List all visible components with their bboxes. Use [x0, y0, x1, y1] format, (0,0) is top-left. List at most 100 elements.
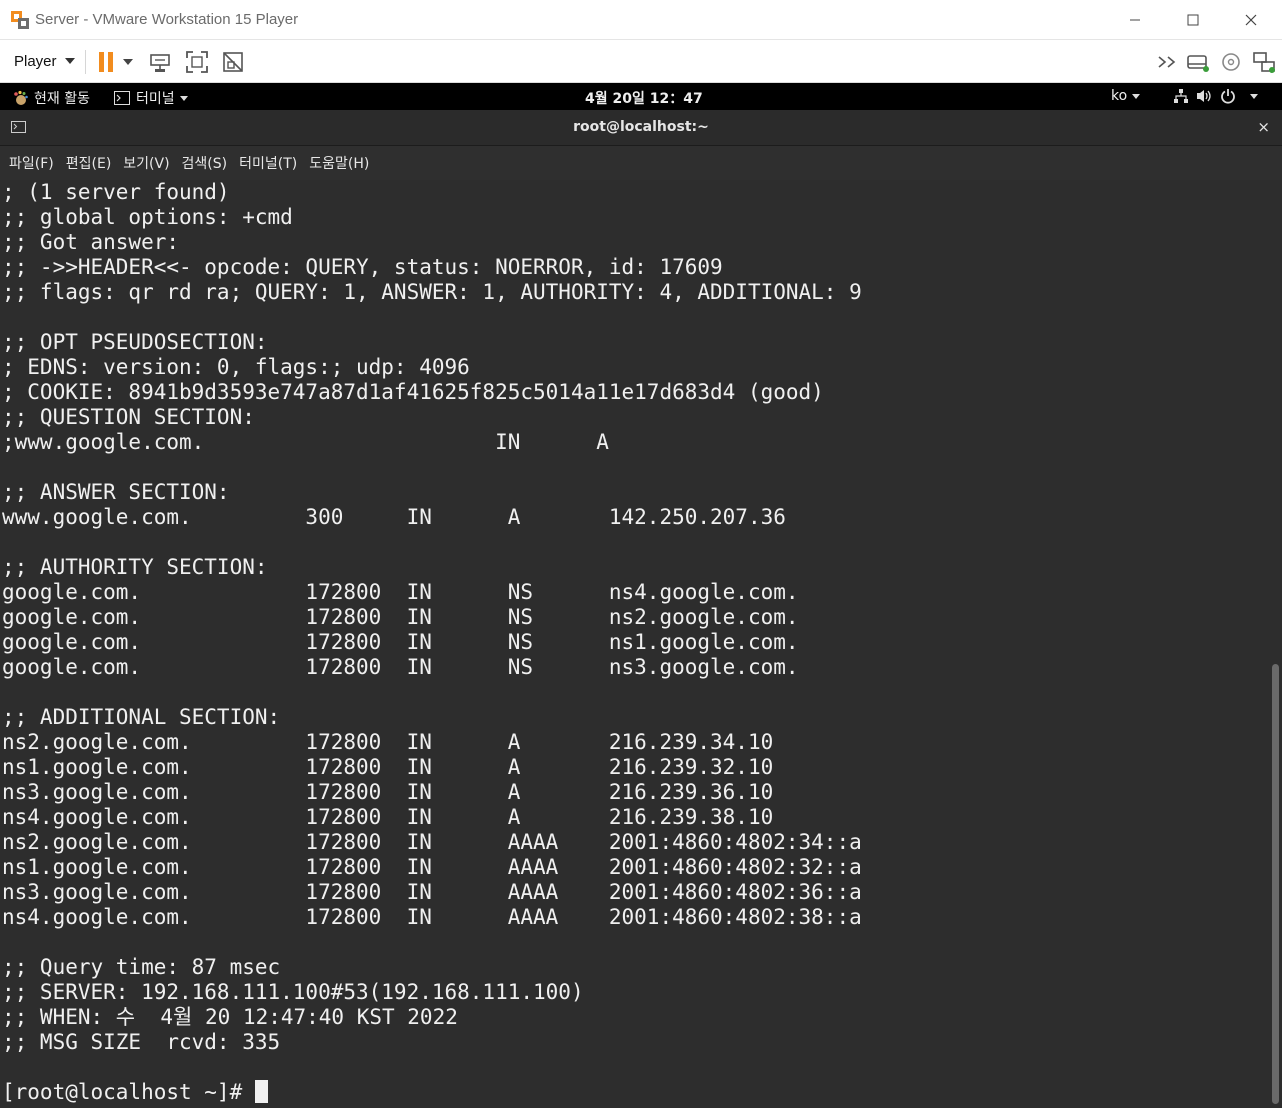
fullscreen-button[interactable] — [183, 48, 211, 76]
activities-label: 현재 활동 — [34, 91, 90, 107]
pause-button[interactable] — [92, 48, 120, 76]
chevron-down-icon — [64, 58, 75, 64]
menu-help[interactable]: 도움말(H) — [303, 153, 375, 173]
terminal-title: root@localhost:~ — [573, 119, 709, 135]
gnome-foot-icon — [14, 90, 28, 105]
volume-icon — [1197, 90, 1211, 102]
terminal-line: ns1.google.com. 172800 IN AAAA 2001:4860… — [2, 855, 862, 879]
terminal-line: ;www.google.com. IN A — [2, 430, 609, 454]
terminal-close-button[interactable]: × — [1257, 118, 1270, 136]
maximize-button[interactable] — [1164, 0, 1222, 40]
terminal-line: ;; Query time: 87 msec — [2, 955, 281, 979]
terminal-line: google.com. 172800 IN NS ns1.google.com. — [2, 630, 799, 654]
pause-dropdown[interactable] — [118, 48, 138, 76]
gnome-top-bar: 현재 활동 터미널 4월 20일 12：47 ko — [0, 83, 1282, 110]
cd-button[interactable] — [1217, 48, 1245, 76]
network-button[interactable] — [1250, 48, 1278, 76]
app-menu-terminal[interactable]: 터미널 — [114, 88, 188, 108]
activities-button[interactable]: 현재 활동 — [12, 88, 90, 108]
terminal-line: ns2.google.com. 172800 IN AAAA 2001:4860… — [2, 830, 862, 854]
menu-file[interactable]: 파일(F) — [3, 153, 60, 173]
chevron-down-icon — [123, 59, 133, 65]
minimize-icon — [1130, 19, 1140, 21]
terminal-icon — [114, 91, 130, 105]
terminal-line: ; EDNS: version: 0, flags:; udp: 4096 — [2, 355, 470, 379]
window-title-bar: Server - VMware Workstation 15 Player — [0, 0, 1282, 40]
terminal-line: google.com. 172800 IN NS ns4.google.com. — [2, 580, 799, 604]
removable-devices-icon — [1187, 55, 1209, 72]
terminal-line: ;; SERVER: 192.168.111.100#53(192.168.11… — [2, 980, 584, 1004]
terminal-line: ns4.google.com. 172800 IN AAAA 2001:4860… — [2, 905, 862, 929]
minimize-button[interactable] — [1106, 0, 1164, 40]
player-menu-label: Player — [14, 52, 57, 70]
terminal-line: ns3.google.com. 172800 IN AAAA 2001:4860… — [2, 880, 862, 904]
terminal-line: ;; OPT PSEUDOSECTION: — [2, 330, 268, 354]
send-ctrl-alt-del-icon — [150, 54, 170, 72]
menu-search[interactable]: 검색(S) — [176, 153, 234, 173]
terminal-scrollbar[interactable] — [1272, 664, 1279, 1104]
terminal-header-bar: root@localhost:~ × — [0, 110, 1282, 146]
terminal-menu-bar: 파일(F) 편집(E) 보기(V) 검색(S) 터미널(T) 도움말(H) — [0, 146, 1282, 180]
menu-edit[interactable]: 편집(E) — [60, 153, 118, 173]
more-button[interactable] — [1154, 48, 1182, 76]
input-method-indicator[interactable]: ko — [1111, 88, 1141, 104]
terminal-line: www.google.com. 300 IN A 142.250.207.36 — [2, 505, 786, 529]
terminal-line: ; COOKIE: 8941b9d3593e747a87d1af41625f82… — [2, 380, 824, 404]
more-icon — [1158, 56, 1176, 68]
terminal-line: ;; ->>HEADER<<- opcode: QUERY, status: N… — [2, 255, 723, 279]
vmware-toolbar: Player — [0, 40, 1282, 83]
system-menu[interactable] — [1173, 88, 1258, 104]
clock-label: 4월 20일 12：47 — [585, 91, 703, 107]
cd-icon — [1222, 53, 1240, 71]
unity-button[interactable] — [219, 48, 247, 76]
chevron-down-icon — [1250, 93, 1258, 99]
vmware-app-icon — [11, 11, 29, 29]
terminal-line: ns4.google.com. 172800 IN A 216.239.38.1… — [2, 805, 774, 829]
terminal-line: ; (1 server found) — [2, 180, 230, 204]
terminal-line: ;; global options: +cmd — [2, 205, 293, 229]
terminal-output-area[interactable]: ; (1 server found);; global options: +cm… — [0, 180, 1282, 1108]
send-ctrl-alt-del-button[interactable] — [146, 48, 174, 76]
terminal-line: ns2.google.com. 172800 IN A 216.239.34.1… — [2, 730, 774, 754]
window-title: Server - VMware Workstation 15 Player — [35, 11, 299, 28]
chevron-down-icon — [1132, 93, 1141, 99]
network-icon — [1253, 52, 1275, 73]
terminal-line: ns1.google.com. 172800 IN A 216.239.32.1… — [2, 755, 774, 779]
chevron-down-icon — [179, 95, 188, 101]
input-method-label: ko — [1111, 88, 1128, 104]
text-cursor — [254, 1080, 268, 1103]
terminal-line: ;; WHEN: 수 4월 20 12:47:40 KST 2022 — [2, 1005, 458, 1029]
pause-icon — [99, 52, 113, 72]
terminal-line: google.com. 172800 IN NS ns3.google.com. — [2, 655, 799, 679]
terminal-line: google.com. 172800 IN NS ns2.google.com. — [2, 605, 799, 629]
menu-view[interactable]: 보기(V) — [117, 153, 175, 173]
close-button[interactable] — [1222, 0, 1280, 40]
player-menu-button[interactable]: Player — [6, 48, 83, 74]
terminal-line: ;; MSG SIZE rcvd: 335 — [2, 1030, 281, 1054]
terminal-line: ;; flags: qr rd ra; QUERY: 1, ANSWER: 1,… — [2, 280, 862, 304]
terminal-line: ;; QUESTION SECTION: — [2, 405, 255, 429]
power-icon — [1221, 89, 1235, 104]
terminal-line: ;; ADDITIONAL SECTION: — [2, 705, 281, 729]
network-wired-icon — [1174, 89, 1188, 103]
terminal-output: ; (1 server found);; global options: +cm… — [2, 180, 862, 1105]
menu-terminal[interactable]: 터미널(T) — [233, 153, 303, 173]
terminal-prompt-line: [root@localhost ~]# — [2, 1080, 862, 1105]
toolbar-divider — [85, 50, 86, 74]
unity-icon — [223, 52, 243, 72]
terminal-line: ;; Got answer: — [2, 230, 180, 254]
app-menu-label: 터미널 — [136, 91, 175, 107]
maximize-icon — [1187, 14, 1199, 26]
shell-prompt: [root@localhost ~]# — [2, 1080, 255, 1104]
fullscreen-icon — [186, 51, 208, 73]
terminal-line: ns3.google.com. 172800 IN A 216.239.36.1… — [2, 780, 774, 804]
removable-devices-button[interactable] — [1184, 48, 1212, 76]
terminal-line: ;; ANSWER SECTION: — [2, 480, 230, 504]
clock[interactable]: 4월 20일 12：47 — [585, 88, 703, 108]
